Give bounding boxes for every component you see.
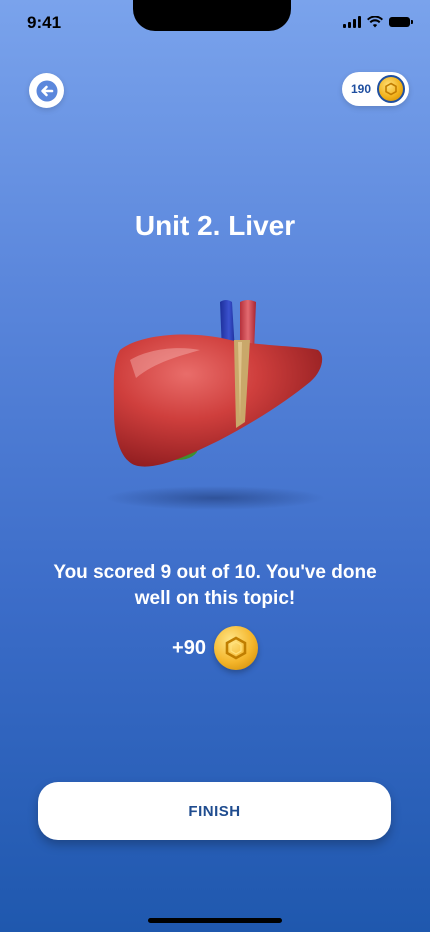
reward-row: +90 (0, 626, 430, 670)
result-message: You scored 9 out of 10. You've done well… (53, 562, 377, 609)
quiz-result-screen: 9:41 190 Unit 2. Liver You scored 9 out … (0, 0, 430, 932)
liver-illustration (105, 300, 325, 510)
wifi-icon (367, 16, 383, 28)
cellular-signal-icon (343, 16, 361, 28)
reward-amount: +90 (172, 636, 206, 659)
home-indicator[interactable] (148, 918, 282, 923)
coin-icon (213, 626, 258, 670)
arrow-left-icon (36, 80, 57, 101)
coin-balance-pill[interactable]: 190 (342, 72, 409, 106)
coin-icon (377, 75, 405, 103)
page-title: Unit 2. Liver (134, 210, 296, 241)
finish-button[interactable]: FINISH (38, 782, 391, 840)
coin-balance-count: 190 (351, 82, 372, 96)
status-time: 9:41 (27, 13, 62, 32)
device-notch (133, 0, 291, 31)
battery-icon (389, 17, 413, 27)
status-icons (343, 16, 413, 28)
back-button[interactable] (29, 73, 64, 108)
